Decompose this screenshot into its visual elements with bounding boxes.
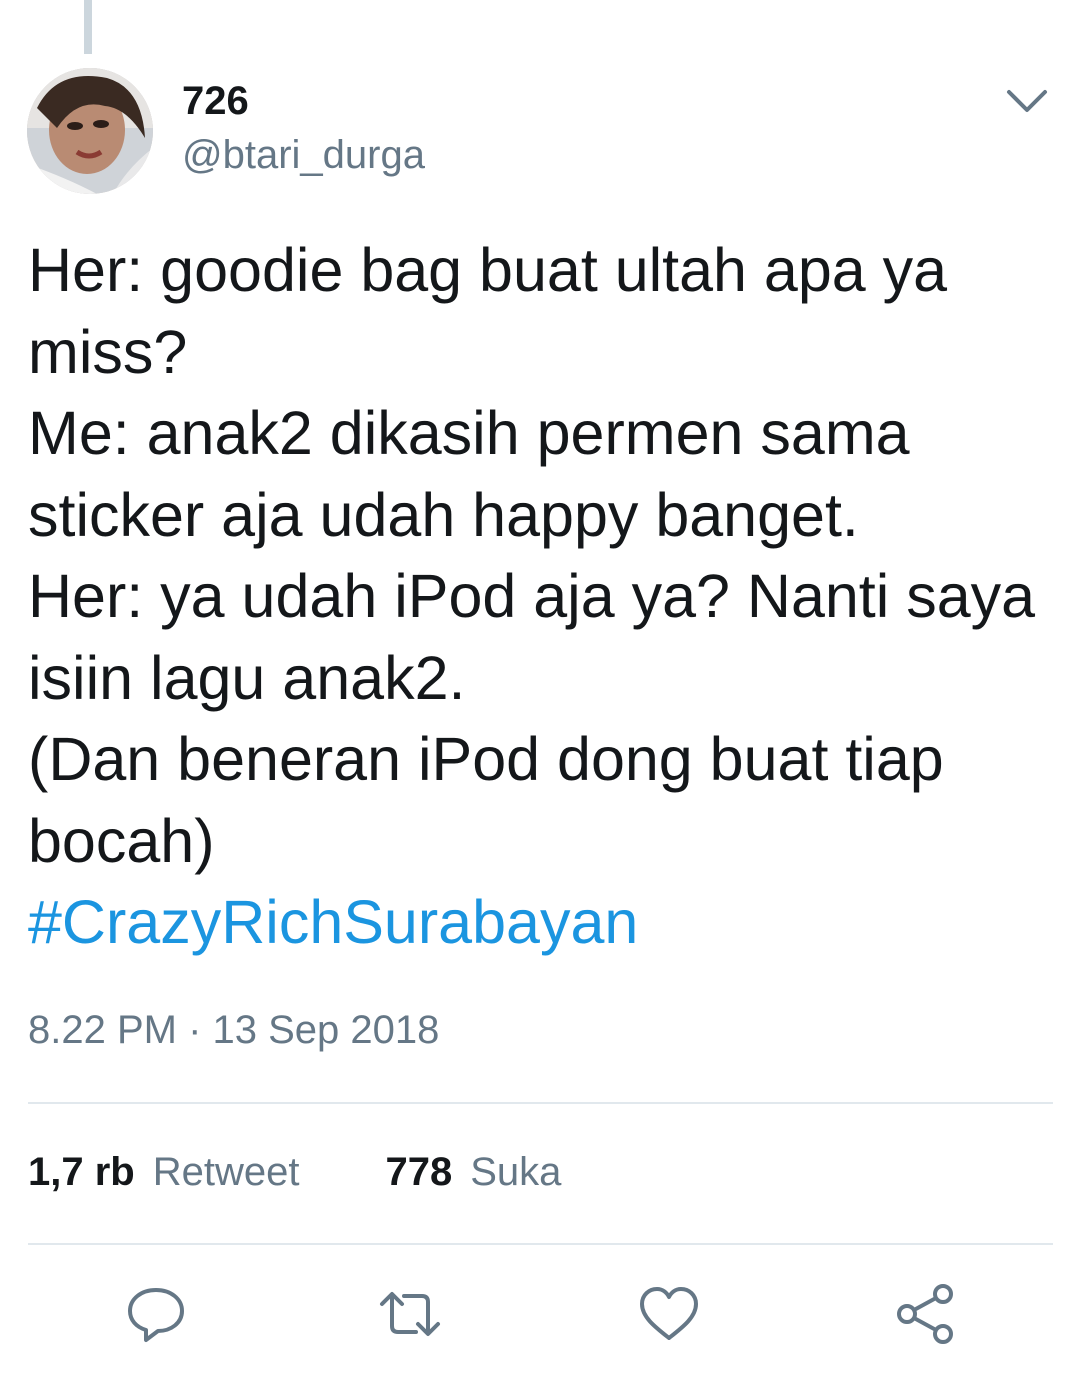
retweet-button[interactable] xyxy=(378,1282,442,1346)
divider xyxy=(28,1243,1053,1245)
tweet-text: Her: goodie bag buat ultah apa ya miss? … xyxy=(28,236,1036,875)
hashtag-link[interactable]: #CrazyRichSurabayan xyxy=(28,888,638,956)
like-count: 778 xyxy=(385,1150,453,1194)
retweet-icon xyxy=(380,1292,440,1336)
author-handle[interactable]: @btari_durga xyxy=(182,132,425,178)
divider xyxy=(28,1102,1053,1104)
retweet-count: 1,7 rb xyxy=(28,1150,135,1194)
reply-icon xyxy=(128,1288,184,1342)
tweet-timestamp[interactable]: 8.22 PM · 13 Sep 2018 xyxy=(28,1004,439,1056)
tweet-menu-button[interactable] xyxy=(1000,78,1054,126)
chevron-down-icon xyxy=(1007,90,1047,112)
reply-button[interactable] xyxy=(124,1282,188,1346)
avatar[interactable] xyxy=(27,68,153,194)
author-display-name[interactable]: 726 xyxy=(182,78,249,124)
like-button[interactable] xyxy=(637,1282,701,1346)
like-label: Suka xyxy=(470,1150,562,1194)
heart-icon xyxy=(640,1287,698,1340)
thread-connector-line xyxy=(84,0,92,54)
tweet-body: Her: goodie bag buat ultah apa ya miss? … xyxy=(28,230,1058,964)
retweet-stat[interactable]: 1,7 rb Retweet xyxy=(28,1146,299,1198)
share-button[interactable] xyxy=(893,1282,957,1346)
tweet-stats: 1,7 rb Retweet 778 Suka xyxy=(28,1146,561,1198)
avatar-photo xyxy=(27,68,153,194)
like-stat[interactable]: 778 Suka xyxy=(385,1146,561,1198)
retweet-label: Retweet xyxy=(152,1150,300,1194)
share-icon xyxy=(897,1284,953,1344)
